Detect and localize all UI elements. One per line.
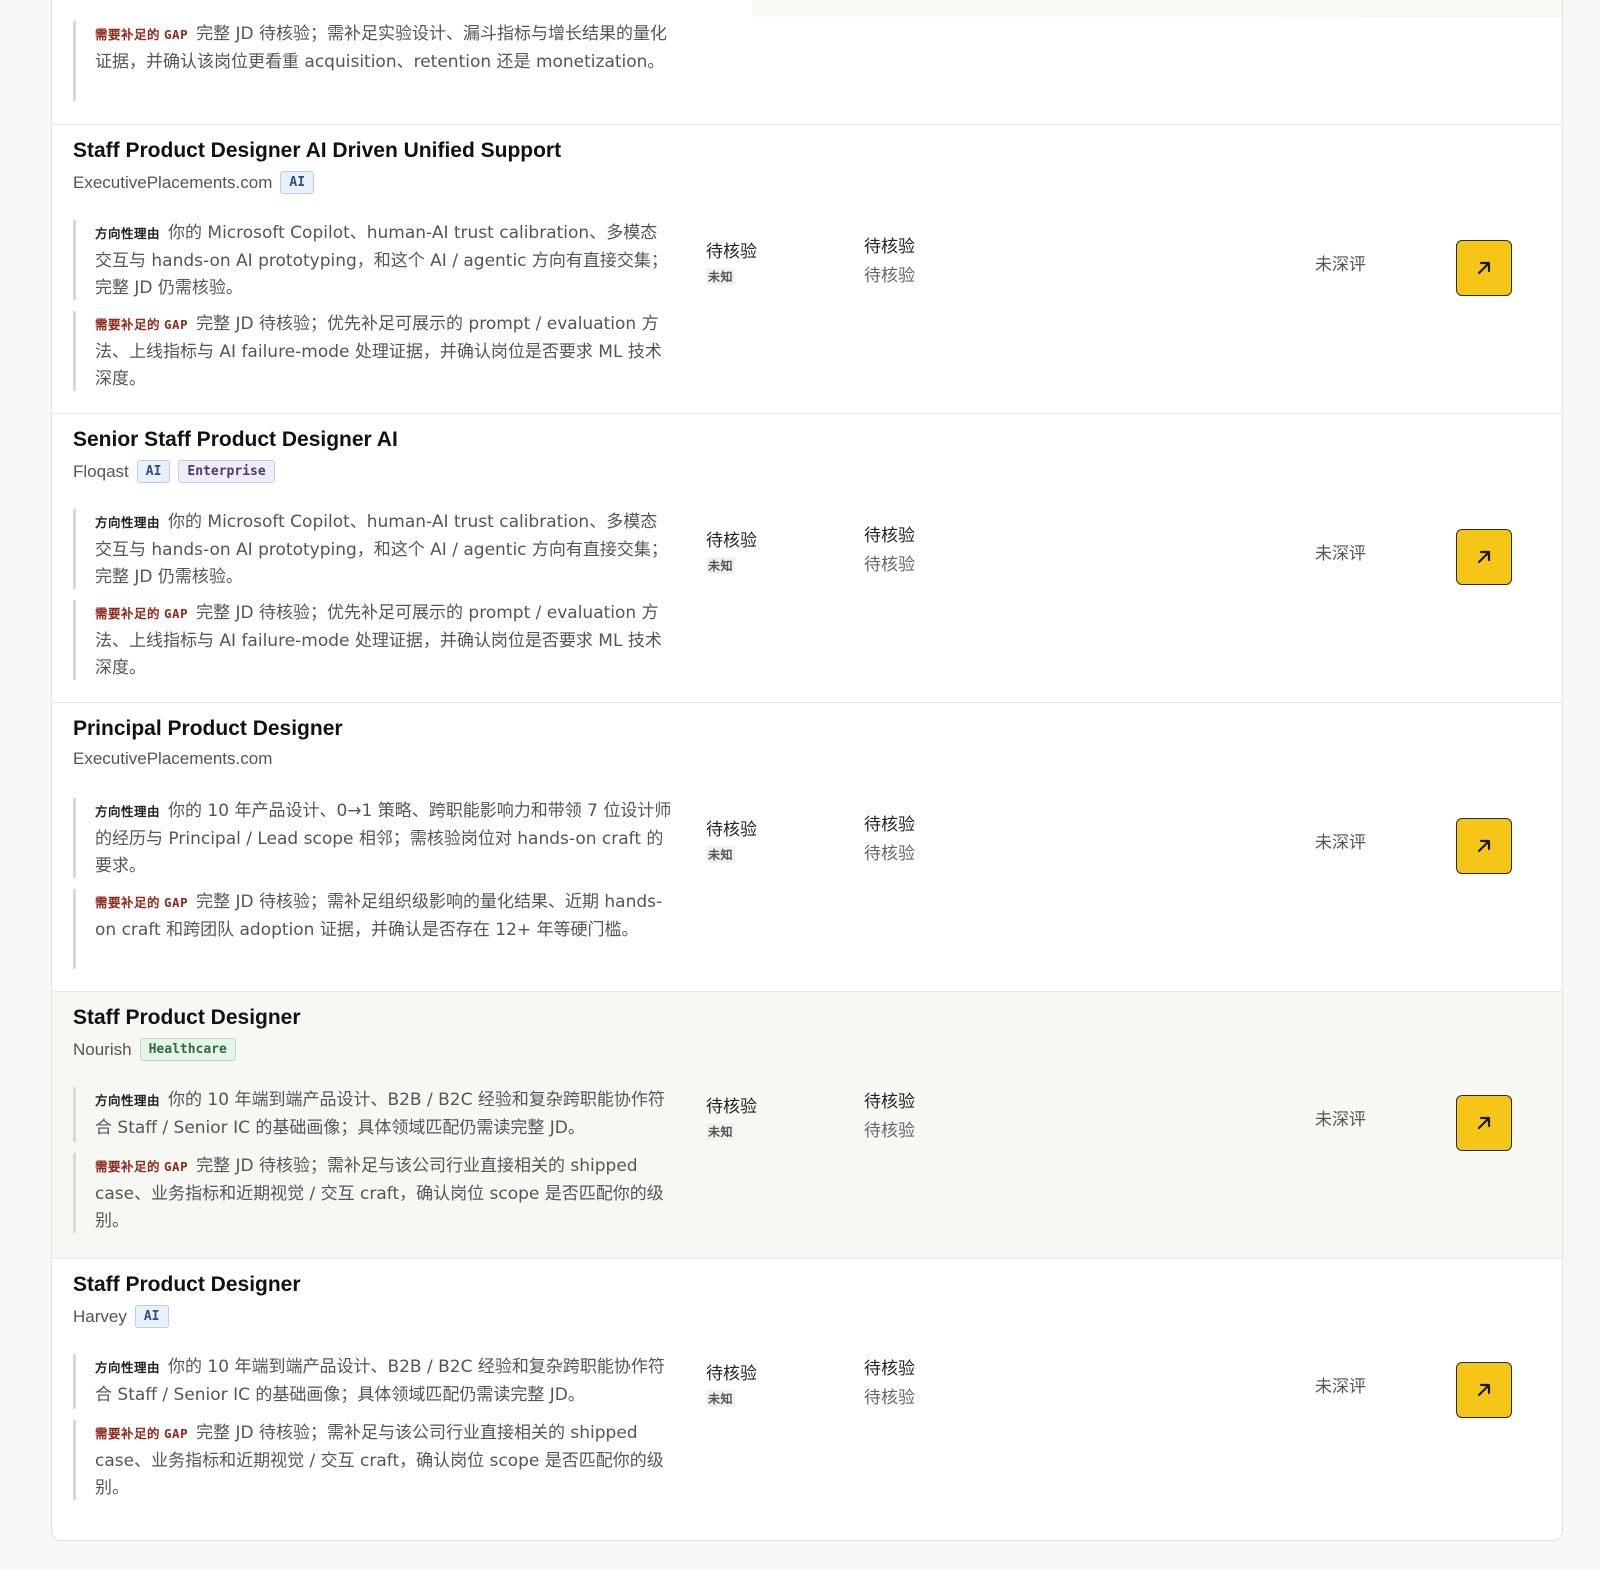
verify-value: 待核验 [864,815,915,835]
job-list-card: 需要补足的 GAP 完整 JD 待核验；需补足实验设计、漏斗指标与增长结果的量化证据… [51,0,1563,1541]
job-title[interactable]: Staff Product Designer [73,1006,301,1030]
verify-sub: 待核验 [864,266,915,286]
arrow-up-right-icon [1477,839,1491,853]
company-name: ExecutivePlacements.com [73,749,273,768]
company-line: Nourish Healthcare [73,1038,236,1061]
reason-text: 你的 Microsoft Copilot、human-AI trust cali… [95,223,668,298]
open-job-button[interactable] [1456,818,1512,874]
match-value: 待核验 [706,242,757,262]
gap-note: 需要补足的 GAP 完整 JD 待核验；需补足与该公司行业直接相关的 shipped… [73,1420,673,1500]
gap-note: 需要补足的 GAP 完整 JD 待核验；优先补足可展示的 prompt / eval… [73,311,673,391]
job-title[interactable]: Staff Product Designer AI Driven Unified… [73,139,561,163]
match-sub: 未知 [706,557,736,574]
arrow-up-right-icon [1477,550,1491,564]
reason-note: 方向性理由 你的 10 年端到端产品设计、B2B / B2C 经验和复杂跨职能协作… [73,1087,673,1142]
reason-note: 方向性理由 你的 Microsoft Copilot、human-AI trust… [73,509,673,589]
reason-text: 你的 Microsoft Copilot、human-AI trust cali… [95,512,668,587]
match-value: 待核验 [706,531,757,551]
gap-note: 需要补足的 GAP 完整 JD 待核验；需补足与该公司行业直接相关的 shipped… [73,1153,673,1233]
company-line: ExecutivePlacements.com AI [73,171,315,194]
match-value: 待核验 [706,1364,757,1384]
open-job-button[interactable] [1456,240,1512,296]
match-sub: 未知 [706,1123,736,1140]
tag-healthcare: Healthcare [139,1038,236,1061]
reason-text: 你的 10 年端到端产品设计、B2B / B2C 经验和复杂跨职能协作符合 St… [95,1090,665,1138]
reason-text: 你的 10 年端到端产品设计、B2B / B2C 经验和复杂跨职能协作符合 St… [95,1357,665,1405]
verify-value: 待核验 [864,237,915,257]
match-column: 待核验 未知 [706,526,757,575]
company-name: Floqast [73,461,129,481]
job-title[interactable]: Senior Staff Product Designer AI [73,428,398,452]
gap-note: 需要补足的 GAP 完整 JD 待核验；需补足实验设计、漏斗指标与增长结果的量化证据… [73,21,673,101]
job-row: Senior Staff Product Designer AI Floqast… [52,414,1562,703]
job-row: Staff Product Designer Harvey AI 方向性理由 你的… [52,1259,1562,1540]
verify-column: 待核验 待核验 [864,1355,915,1413]
reason-note: 方向性理由 你的 10 年端到端产品设计、B2B / B2C 经验和复杂跨职能协作… [73,1354,673,1409]
verify-column: 待核验 待核验 [864,522,915,580]
verify-sub: 待核验 [864,1121,915,1141]
match-sub: 未知 [706,1390,736,1407]
company-line: Harvey AI [73,1305,169,1328]
match-sub: 未知 [706,268,736,285]
arrow-up-right-icon [1477,261,1491,275]
match-column: 待核验 未知 [706,237,757,286]
job-row: Principal Product Designer ExecutivePlac… [52,703,1562,992]
job-title[interactable]: Staff Product Designer [73,1273,301,1297]
reason-text: 你的 10 年产品设计、0→1 策略、跨职能影响力和带领 7 位设计师的经历与 … [95,801,672,876]
company-name: Nourish [73,1039,132,1059]
reason-note: 方向性理由 你的 Microsoft Copilot、human-AI trust… [73,220,673,300]
match-value: 待核验 [706,820,757,840]
verify-column: 待核验 待核验 [864,811,915,869]
review-status: 未深评 [1315,1377,1366,1397]
tag-ai: AI [280,171,315,194]
verify-sub: 待核验 [864,1388,915,1408]
job-row: Staff Product Designer Nourish Healthcar… [52,992,1562,1259]
open-job-button[interactable] [1456,1362,1512,1418]
match-column: 待核验 未知 [706,1359,757,1408]
gap-note: 需要补足的 GAP 完整 JD 待核验；优先补足可展示的 prompt / eval… [73,600,673,680]
verify-column: 待核验 待核验 [864,1088,915,1146]
reason-note: 方向性理由 你的 10 年产品设计、0→1 策略、跨职能影响力和带领 7 位设计师… [73,798,673,878]
company-line: Floqast AI Enterprise [73,460,275,483]
job-row: Staff Product Designer AI Driven Unified… [52,125,1562,414]
company-line: ExecutivePlacements.com [73,749,272,769]
job-row-partial: 需要补足的 GAP 完整 JD 待核验；需补足实验设计、漏斗指标与增长结果的量化证据… [52,0,1562,125]
verify-value: 待核验 [864,1092,915,1112]
tag-ai: AI [134,1305,169,1328]
tag-enterprise: Enterprise [178,460,275,483]
company-name: ExecutivePlacements.com [73,172,273,192]
review-status: 未深评 [1315,833,1366,853]
tag-ai: AI [136,460,171,483]
verify-value: 待核验 [864,1359,915,1379]
match-column: 待核验 未知 [706,1092,757,1141]
verify-value: 待核验 [864,526,915,546]
company-name: Harvey [73,1306,127,1326]
arrow-up-right-icon [1477,1383,1491,1397]
open-job-button[interactable] [1456,529,1512,585]
match-column: 待核验 未知 [706,815,757,864]
review-status: 未深评 [1315,544,1366,564]
job-title[interactable]: Principal Product Designer [73,717,343,741]
arrow-up-right-icon [1477,1116,1491,1130]
review-status: 未深评 [1315,255,1366,275]
gap-note: 需要补足的 GAP 完整 JD 待核验；需补足组织级影响的量化结果、近期 hands… [73,889,673,969]
verify-sub: 待核验 [864,844,915,864]
match-value: 待核验 [706,1097,757,1117]
verify-column: 待核验 待核验 [864,233,915,291]
open-job-button[interactable] [1456,1095,1512,1151]
match-sub: 未知 [706,846,736,863]
verify-sub: 待核验 [864,555,915,575]
review-status: 未深评 [1315,1110,1366,1130]
